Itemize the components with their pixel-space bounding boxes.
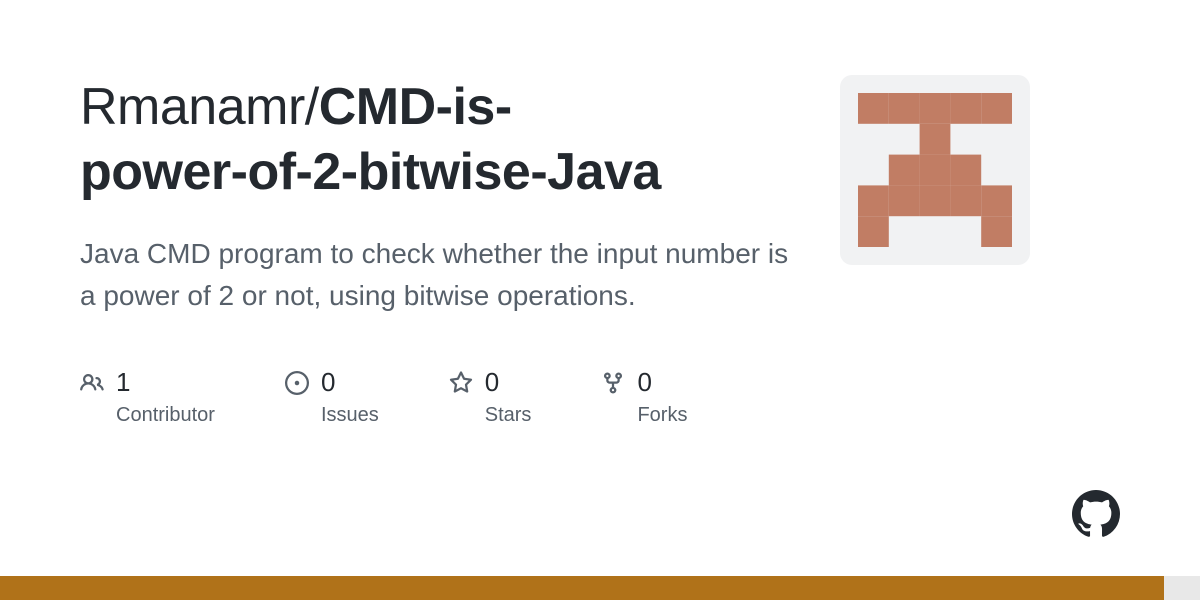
stat-forks[interactable]: 0 Forks	[601, 367, 687, 427]
stat-contributors-label: Contributor	[116, 404, 215, 427]
stat-forks-top: 0	[601, 367, 687, 398]
stat-forks-count: 0	[637, 367, 651, 398]
language-bar-secondary	[1164, 576, 1200, 600]
main-content: Rmanamr/CMD-is-power-of-2-bitwise-Java J…	[80, 75, 800, 427]
stat-contributors-top: 1	[80, 367, 215, 398]
stat-contributors[interactable]: 1 Contributor	[80, 367, 215, 427]
github-logo-icon[interactable]	[1072, 490, 1120, 538]
stat-contributors-count: 1	[116, 367, 130, 398]
stat-issues-label: Issues	[321, 404, 379, 427]
stat-stars-count: 0	[485, 367, 499, 398]
stats-row: 1 Contributor 0 Issues	[80, 367, 800, 427]
star-icon	[449, 371, 473, 395]
stat-stars-top: 0	[449, 367, 532, 398]
stat-stars[interactable]: 0 Stars	[449, 367, 532, 427]
identicon-icon	[858, 93, 1012, 247]
stat-issues-count: 0	[321, 367, 335, 398]
repo-name-part2[interactable]: power-of-2-bitwise-Java	[80, 143, 661, 201]
repo-owner[interactable]: Rmanamr	[80, 78, 305, 136]
issue-icon	[285, 371, 309, 395]
fork-icon	[601, 371, 625, 395]
people-icon	[80, 371, 104, 395]
language-bar-primary	[0, 576, 1164, 600]
stat-forks-label: Forks	[637, 404, 687, 427]
repo-separator: /	[305, 78, 319, 136]
repo-avatar	[840, 75, 1030, 265]
repo-description: Java CMD program to check whether the in…	[80, 233, 800, 317]
repo-title: Rmanamr/CMD-is-power-of-2-bitwise-Java	[80, 75, 800, 205]
stat-issues[interactable]: 0 Issues	[285, 367, 379, 427]
language-bar	[0, 576, 1200, 600]
repo-name-part1[interactable]: CMD-is-	[319, 78, 512, 136]
stat-stars-label: Stars	[485, 404, 532, 427]
stat-issues-top: 0	[285, 367, 379, 398]
